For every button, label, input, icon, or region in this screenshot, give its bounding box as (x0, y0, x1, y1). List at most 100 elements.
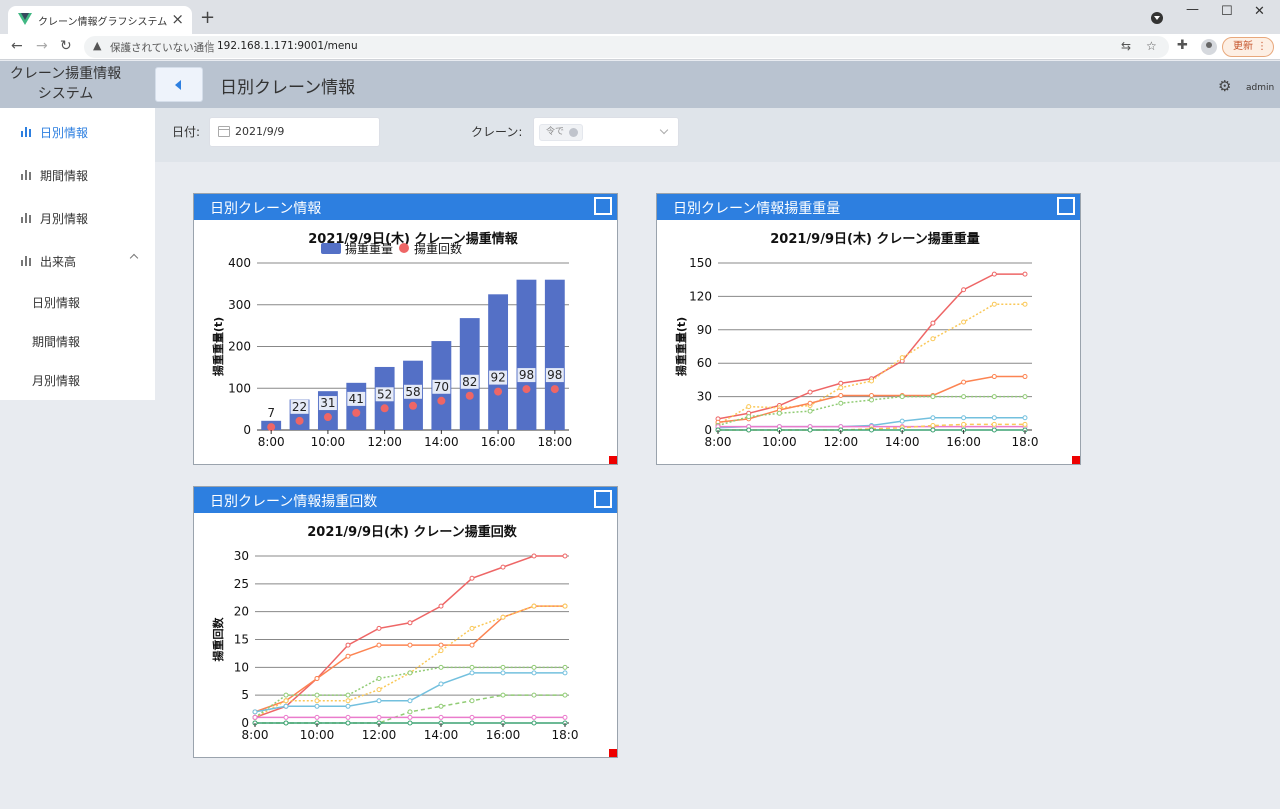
data-point (531, 670, 537, 676)
data-point (961, 415, 967, 421)
extensions-icon[interactable]: ✚ (1177, 38, 1188, 53)
data-point (531, 714, 537, 720)
card-title: 日別クレーン情報揚重回数 (210, 494, 378, 510)
chart-lift-weight: 2021/9/9日(木) クレーン揚重重量0306090120150揚重重量(t… (674, 231, 1038, 449)
crane-select[interactable]: 令で (533, 117, 679, 147)
data-point (500, 664, 506, 670)
url-field[interactable]: ▲ 保護されていない通信 192.168.1.171:9001/menu ⇆ ☆ (84, 36, 1169, 58)
close-tab-icon[interactable]: × (171, 10, 184, 28)
data-label: 41 (349, 392, 364, 406)
x-tick-label: 14:00 (424, 728, 459, 742)
card-title: 日別クレーン情報 (210, 201, 322, 217)
data-point (500, 692, 506, 698)
sidebar-item-period[interactable]: 期間情報 (0, 165, 155, 185)
reload-icon[interactable]: ↻ (60, 38, 72, 54)
tab-search-icon[interactable] (1151, 12, 1163, 24)
collapse-sidebar-button[interactable] (155, 67, 203, 102)
bar (516, 279, 537, 430)
calendar-icon (218, 126, 230, 137)
y-tick-label: 30 (234, 549, 249, 563)
data-point (562, 664, 568, 670)
sidebar-item-monthly[interactable]: 月別情報 (0, 208, 155, 228)
data-point (1022, 271, 1028, 277)
chart-lift-count: 2021/9/9日(木) クレーン揚重回数051015202530揚重回数8:0… (211, 524, 578, 742)
x-tick-label: 10:00 (762, 435, 797, 449)
expand-icon[interactable] (594, 490, 612, 508)
y-tick-label: 25 (234, 577, 249, 591)
data-point (930, 394, 936, 400)
data-point (469, 575, 475, 581)
resize-handle[interactable] (609, 456, 617, 464)
resize-handle[interactable] (609, 749, 617, 757)
minimize-icon[interactable]: — (1186, 2, 1199, 17)
update-button[interactable]: 更新 ⋮ (1222, 37, 1274, 57)
sidebar-item-daily[interactable]: 日別情報 (0, 122, 155, 142)
y-tick-label: 0 (243, 423, 251, 437)
data-point (961, 394, 967, 400)
data-point (991, 394, 997, 400)
data-label: 82 (462, 375, 477, 389)
back-icon[interactable]: ← (11, 38, 23, 54)
bar-chart-icon (21, 127, 33, 137)
forward-icon[interactable]: → (36, 38, 48, 54)
y-tick-label: 60 (697, 356, 712, 370)
data-point (961, 287, 967, 293)
brand-line2: システム (37, 86, 94, 102)
data-point (930, 336, 936, 342)
date-picker[interactable]: 2021/9/9 (209, 117, 380, 147)
x-tick-label: 12:00 (824, 435, 859, 449)
new-tab-icon[interactable]: + (200, 7, 215, 28)
data-point (438, 681, 444, 687)
bookmark-star-icon[interactable]: ☆ (1146, 39, 1157, 53)
x-tick-label: 12:00 (367, 435, 402, 449)
tag-close-icon[interactable] (569, 128, 578, 137)
profile-avatar-icon[interactable] (1201, 39, 1217, 55)
x-tick-label: 8:00 (705, 435, 732, 449)
gear-icon[interactable]: ⚙ (1218, 77, 1231, 95)
sidebar-subitem-monthly[interactable]: 月別情報 (32, 372, 80, 389)
expand-icon[interactable] (1057, 197, 1075, 215)
chart-title: 2021/9/9日(木) クレーン揚重重量 (770, 231, 980, 247)
data-point (807, 427, 813, 433)
browser-tab[interactable]: クレーン情報グラフシステム × (8, 6, 192, 34)
chart-daily-info: 2021/9/9日(木) クレーン揚重情報0100200300400揚重重量(t… (211, 231, 572, 449)
data-point (314, 698, 320, 704)
data-point (407, 698, 413, 704)
legend-swatch-count (399, 243, 409, 253)
data-point (438, 648, 444, 654)
data-point (345, 692, 351, 698)
data-point (438, 703, 444, 709)
data-point (283, 714, 289, 720)
data-point (438, 603, 444, 609)
data-point (562, 553, 568, 559)
warning-icon[interactable]: ▲ (93, 39, 101, 52)
data-point (1022, 394, 1028, 400)
window-close-icon[interactable]: ✕ (1254, 4, 1265, 19)
count-point (550, 385, 559, 394)
chevron-up-icon (129, 253, 139, 263)
translate-icon[interactable]: ⇆ (1121, 39, 1131, 53)
y-tick-label: 300 (228, 298, 251, 312)
bar (544, 279, 565, 430)
y-tick-label: 20 (234, 605, 249, 619)
data-point (283, 720, 289, 726)
resize-handle[interactable] (1072, 456, 1080, 464)
divider (208, 40, 209, 53)
data-point (407, 720, 413, 726)
data-point (899, 355, 905, 361)
sidebar-subitem-daily[interactable]: 日別情報 (32, 294, 80, 311)
maximize-icon[interactable]: ☐ (1221, 4, 1233, 19)
data-label: 52 (377, 387, 392, 401)
data-point (500, 714, 506, 720)
data-point (469, 664, 475, 670)
data-point (562, 670, 568, 676)
expand-icon[interactable] (594, 197, 612, 215)
y-axis-label: 揚重回数 (211, 617, 225, 662)
sidebar-item-output[interactable]: 出来高 (0, 251, 155, 271)
x-tick-label: 14:00 (424, 435, 459, 449)
data-point (531, 692, 537, 698)
url-text: 192.168.1.171:9001/menu (217, 40, 358, 52)
series-line (717, 303, 1025, 426)
sidebar-subitem-period[interactable]: 期間情報 (32, 333, 80, 350)
username[interactable]: admin (1246, 83, 1274, 93)
